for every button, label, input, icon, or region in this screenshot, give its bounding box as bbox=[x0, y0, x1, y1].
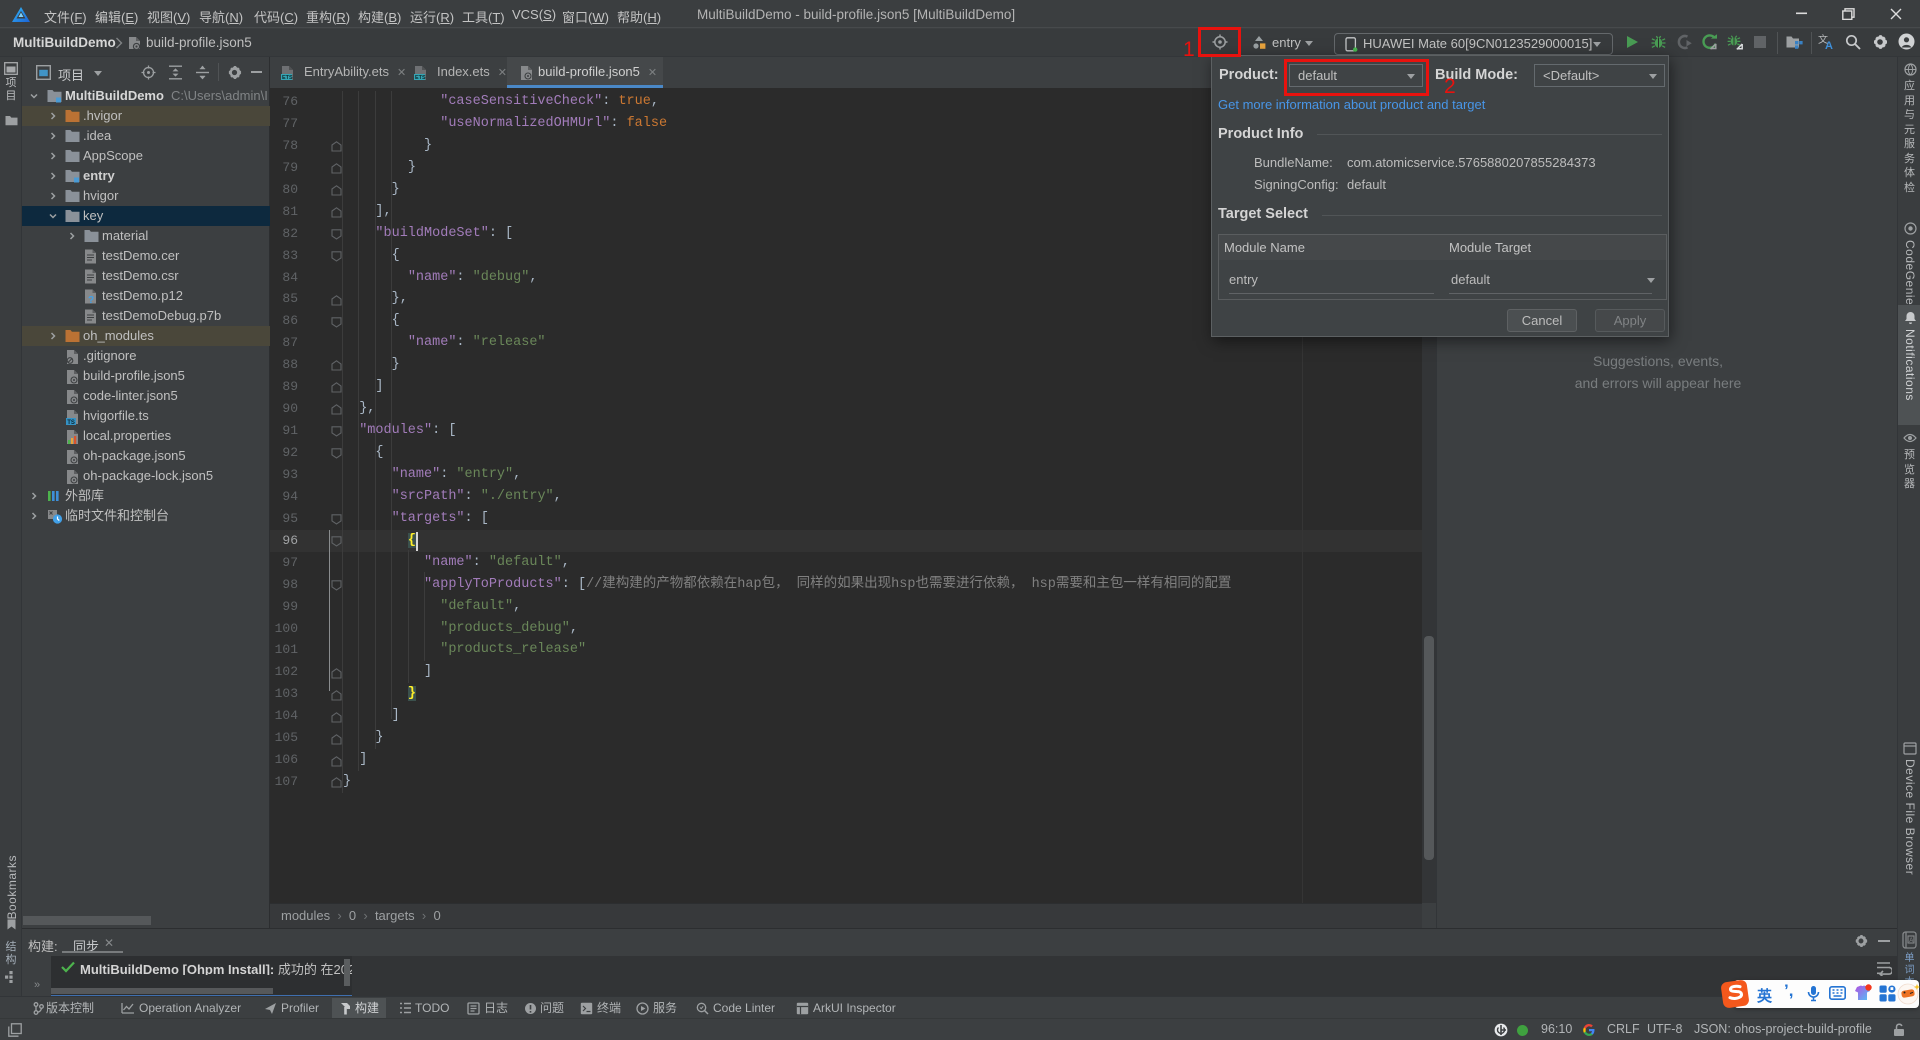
svg-text:ETS: ETS bbox=[415, 75, 426, 81]
svg-text:TS: TS bbox=[67, 420, 75, 425]
svg-text:A: A bbox=[1909, 938, 1913, 944]
svg-text:?: ? bbox=[88, 295, 94, 304]
svg-text:A: A bbox=[1825, 40, 1833, 50]
svg-text:ETS: ETS bbox=[282, 75, 293, 81]
